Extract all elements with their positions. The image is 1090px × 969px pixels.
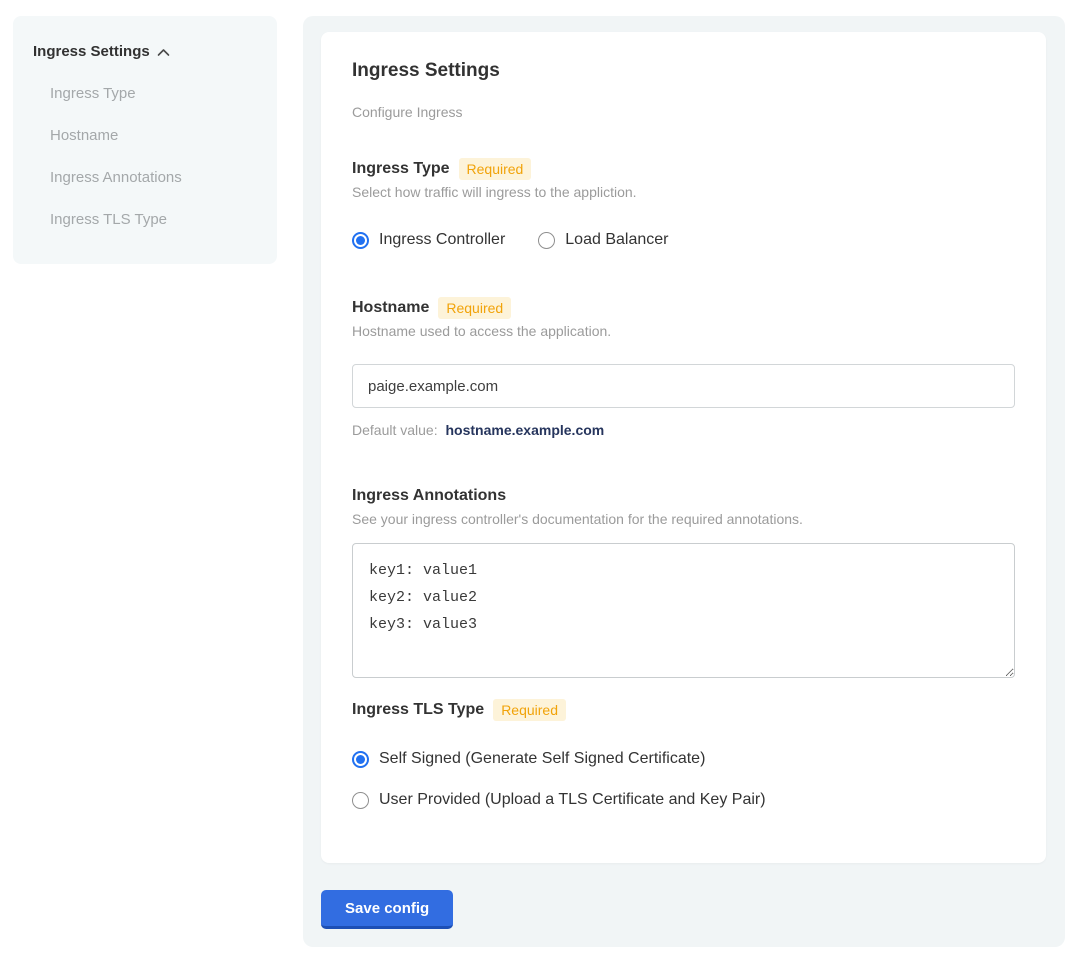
radio-option-label: User Provided (Upload a TLS Certificate …: [379, 791, 766, 809]
radio-button-icon[interactable]: [538, 232, 555, 249]
hostname-default-line: Default value: hostname.example.com: [352, 422, 1015, 439]
field-ingress-tls-type: Ingress TLS Type Required Self Signed (G…: [352, 699, 1015, 809]
field-hostname-help: Hostname used to access the application.: [352, 323, 1015, 340]
radio-option-label: Ingress Controller: [379, 231, 505, 249]
radio-option-load-balancer[interactable]: Load Balancer: [538, 231, 668, 249]
sidebar-item-hostname[interactable]: Hostname: [50, 127, 257, 145]
sidebar-item-ingress-tls-type[interactable]: Ingress TLS Type: [50, 211, 257, 229]
config-group-title: Ingress Settings: [352, 59, 1015, 82]
radio-button-icon[interactable]: [352, 792, 369, 809]
field-ingress-type: Ingress Type Required Select how traffic…: [352, 158, 1015, 249]
default-value-prefix: Default value:: [352, 422, 438, 438]
ingress-annotations-textarea[interactable]: key1: value1 key2: value2 key3: value3: [352, 543, 1015, 678]
save-config-button[interactable]: Save config: [321, 890, 453, 929]
config-group-description: Configure Ingress: [352, 104, 1015, 121]
sidebar-group-label: Ingress Settings: [33, 43, 150, 60]
hostname-input[interactable]: [352, 364, 1015, 408]
field-hostname: Hostname Required Hostname used to acces…: [352, 297, 1015, 439]
field-ingress-annotations-help: See your ingress controller's documentat…: [352, 511, 1015, 528]
chevron-up-icon: [157, 48, 170, 57]
field-ingress-tls-type-label: Ingress TLS Type: [352, 701, 484, 719]
default-value-text: hostname.example.com: [446, 422, 605, 438]
sidebar-group-toggle[interactable]: Ingress Settings: [33, 43, 257, 60]
field-ingress-type-help: Select how traffic will ingress to the a…: [352, 184, 1015, 201]
field-hostname-label: Hostname: [352, 299, 429, 317]
field-ingress-annotations: Ingress Annotations See your ingress con…: [352, 485, 1015, 678]
radio-option-label: Load Balancer: [565, 231, 668, 249]
sidebar-item-ingress-annotations[interactable]: Ingress Annotations: [50, 169, 257, 187]
config-group-card: Ingress Settings Configure Ingress Ingre…: [321, 32, 1046, 863]
config-nav-sidebar: Ingress Settings Ingress Type Hostname I…: [13, 16, 277, 264]
required-badge: Required: [438, 297, 511, 319]
field-ingress-type-label: Ingress Type: [352, 160, 450, 178]
radio-option-label: Self Signed (Generate Self Signed Certif…: [379, 750, 705, 768]
radio-button-icon[interactable]: [352, 751, 369, 768]
radio-option-self-signed[interactable]: Self Signed (Generate Self Signed Certif…: [352, 750, 1015, 768]
config-area: Ingress Settings Configure Ingress Ingre…: [303, 16, 1065, 947]
required-badge: Required: [459, 158, 532, 180]
radio-button-icon[interactable]: [352, 232, 369, 249]
sidebar-item-ingress-type[interactable]: Ingress Type: [50, 85, 257, 103]
field-ingress-annotations-label: Ingress Annotations: [352, 487, 506, 505]
radio-option-ingress-controller[interactable]: Ingress Controller: [352, 231, 505, 249]
required-badge: Required: [493, 699, 566, 721]
radio-option-user-provided[interactable]: User Provided (Upload a TLS Certificate …: [352, 791, 1015, 809]
